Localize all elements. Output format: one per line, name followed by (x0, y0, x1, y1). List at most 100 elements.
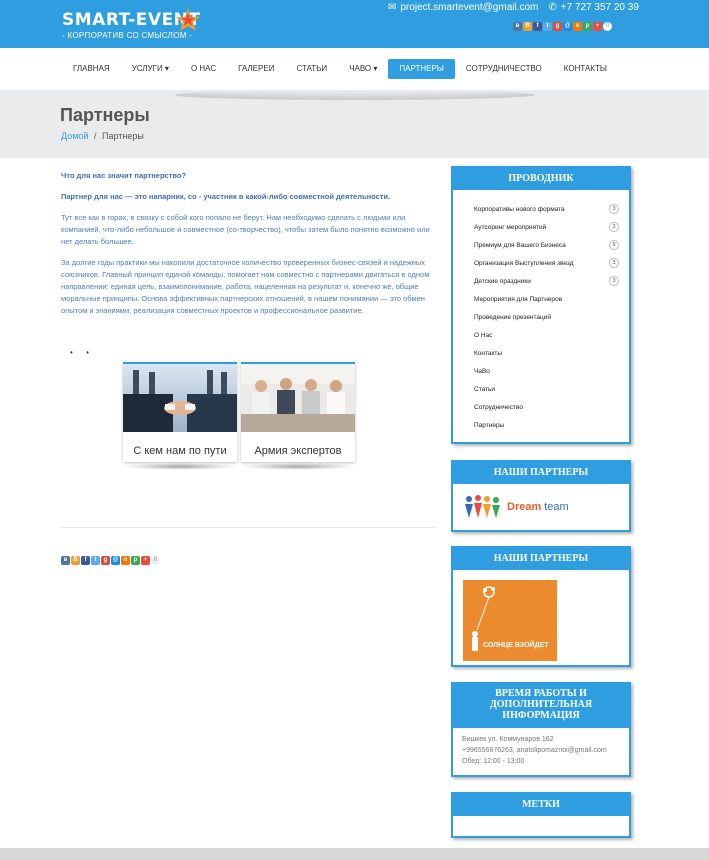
guide-menu-label: Контакты (474, 349, 503, 357)
guide-menu-label: Проведение презентаций (474, 313, 552, 321)
breadcrumb-current: Партнеры (101, 131, 144, 141)
question-heading: Что для нас значит партнерство? (61, 171, 187, 180)
header-shadow (175, 90, 535, 100)
card-label: Армия экспертов (254, 445, 342, 457)
card-shadow (241, 463, 355, 470)
nav-item[interactable]: ГАЛЕРЕИ (227, 59, 285, 79)
team-word: team (544, 501, 569, 513)
more-share-icon[interactable]: + (593, 22, 602, 31)
site-logo[interactable]: SMART-EVENT - КОРПОРАТИВ СО СМЫСЛОМ - (62, 8, 201, 40)
facebook-icon[interactable]: f (81, 556, 90, 565)
nav-item[interactable]: СОТРУДНИЧЕСТВО (455, 59, 553, 79)
nav-items: ГЛАВНАЯ УСЛУГИ ▾ О НАС ГАЛЕРЕИ СТАТЬИ ЧАВО ▾ П… (62, 59, 618, 79)
guide-menu-item[interactable]: О Нас (463, 326, 619, 344)
work-hours-widget: ВРЕМЯ РАБОТЫ И ДОПОЛНИТЕЛЬНАЯ ИНФОРМАЦИЯ… (451, 682, 631, 777)
odnoklassniki-icon[interactable]: o (573, 22, 582, 31)
guide-menu-item[interactable]: Мероприятия для Партнеров (463, 290, 619, 308)
card-experts[interactable]: Армия экспертов (241, 362, 355, 462)
email-link[interactable]: project.smartevent@gmail.com (400, 2, 538, 13)
guide-menu-label: Корпоративы нового формата (474, 205, 565, 213)
breadcrumb-separator: / (93, 131, 97, 141)
definition-text: Партнер для нас — это напарник, со - уча… (61, 192, 391, 201)
guide-menu: Корпоративы нового формата 3 Аутсоринг мер… (453, 190, 629, 442)
googleplus-icon[interactable]: g (101, 556, 110, 565)
mailru-icon[interactable]: @ (111, 556, 120, 565)
odnoklassniki-icon[interactable]: o (121, 556, 130, 565)
guide-menu-label: Статьи (474, 385, 496, 393)
guide-menu-item[interactable]: Сотрудничество (463, 398, 619, 416)
breadcrumb-home-link[interactable]: Домой (61, 131, 88, 141)
mailru-icon[interactable]: @ (563, 22, 572, 31)
nav-item[interactable]: О НАС (180, 59, 227, 79)
print-icon[interactable]: p (131, 556, 140, 565)
card-partners-path[interactable]: С кем нам по пути (123, 362, 237, 462)
mail-icon: ✉ (388, 2, 397, 13)
card-label: С кем нам по пути (133, 445, 227, 457)
facebook-icon[interactable]: f (533, 22, 542, 31)
twitter-icon[interactable]: t (91, 556, 100, 565)
blogger-icon[interactable]: B (523, 22, 532, 31)
nav-item[interactable]: СТАТЬИ (285, 59, 338, 79)
meditation-group-image (241, 364, 355, 432)
guide-menu-label: О Нас (474, 331, 493, 339)
twitter-icon[interactable]: t (543, 22, 552, 31)
partners-title: НАШИ ПАРТНЕРЫ (453, 462, 629, 484)
guide-menu-item[interactable]: Аутсоринг мероприятий 3 (463, 218, 619, 236)
guide-menu-label: Партнеры (474, 421, 505, 429)
social-share-bottom: в B f t g @ o p + 0 (61, 556, 160, 565)
guide-count-badge: 3 (609, 222, 619, 232)
sun-rises-logo[interactable]: СОЛНЦЕ ВЗОЙДЕТ (453, 570, 629, 676)
tags-widget: МЕТКИ (451, 792, 631, 838)
guide-count-badge: 3 (609, 204, 619, 214)
dream-team-logo[interactable]: Dream team (453, 484, 629, 530)
work-hours-body: Бишкек ул. Коммунаров 162 +996556676263,… (453, 728, 629, 773)
vk-icon[interactable]: в (513, 22, 522, 31)
blogger-icon[interactable]: B (71, 556, 80, 565)
partners-widget-1: НАШИ ПАРТНЕРЫ Dream team (451, 460, 631, 532)
vk-icon[interactable]: в (61, 556, 70, 565)
article-content: Что для нас значит партнерство? Партнер … (61, 170, 436, 326)
lunch-hours-text: Обед: 12:00 - 13:00 (462, 758, 525, 765)
nav-item[interactable]: КОНТАКТЫ (553, 59, 618, 79)
nav-item[interactable]: ГЛАВНАЯ (62, 59, 121, 79)
guide-count-badge: 5 (609, 240, 619, 250)
footer-strip (0, 848, 709, 860)
guide-widget: ПРОВОДНИК Корпоративы нового формата 3 Аут… (451, 166, 631, 444)
guide-menu-label: Мероприятия для Партнеров (474, 295, 563, 303)
guide-menu-item[interactable]: Детские праздники 3 (463, 272, 619, 290)
bullet-list: • • (70, 348, 89, 357)
sun-rises-caption: СОЛНЦЕ ВЗОЙДЕТ (483, 642, 549, 649)
nav-item[interactable]: УСЛУГИ ▾ (121, 59, 180, 79)
print-icon[interactable]: p (583, 22, 592, 31)
guide-menu-item[interactable]: Премиум для Вашего Бизнеса 5 (463, 236, 619, 254)
guide-count-badge: 3 (609, 258, 619, 268)
guide-menu-label: Детские праздники (474, 277, 531, 285)
guide-menu-item[interactable]: Проведение презентаций (463, 308, 619, 326)
share-count: 0 (151, 556, 160, 565)
guide-menu-item[interactable]: Корпоративы нового формата 3 (463, 200, 619, 218)
contact-info: ✉ project.smartevent@gmail.com ✆ +7 727 … (388, 2, 639, 13)
tags-title: МЕТКИ (453, 794, 629, 816)
googleplus-icon[interactable]: g (553, 22, 562, 31)
nav-item[interactable]: ПАРТНЕРЫ (388, 59, 455, 79)
social-share-top: в B f t g @ o p + 0 (513, 22, 612, 31)
guide-title: ПРОВОДНИК (453, 168, 629, 190)
guide-menu-item[interactable]: ЧаВо (463, 362, 619, 380)
partners-widget-2: НАШИ ПАРТНЕРЫ СОЛНЦЕ ВЗОЙДЕТ (451, 546, 631, 667)
guide-menu-item[interactable]: Статьи (463, 380, 619, 398)
more-share-icon[interactable]: + (141, 556, 150, 565)
card-shadow (123, 463, 237, 470)
guide-menu-item[interactable]: Партнеры (463, 416, 619, 434)
guide-menu-label: Премиум для Вашего Бизнеса (474, 241, 566, 249)
share-count: 0 (603, 22, 612, 31)
guide-menu-label: ЧаВо (474, 367, 490, 375)
guide-menu-label: Аутсоринг мероприятий (474, 223, 547, 231)
work-hours-title: ВРЕМЯ РАБОТЫ И ДОПОЛНИТЕЛЬНАЯ ИНФОРМАЦИЯ (453, 684, 629, 728)
nav-item[interactable]: ЧАВО ▾ (338, 59, 388, 79)
top-bar: SMART-EVENT - КОРПОРАТИВ СО СМЫСЛОМ - ✉ … (0, 0, 709, 48)
guide-menu-item[interactable]: Контакты (463, 344, 619, 362)
phone-number[interactable]: +7 727 357 20 39 (561, 2, 639, 13)
guide-menu-item[interactable]: Организация Выступления звезд 3 (463, 254, 619, 272)
handshake-image (123, 364, 237, 432)
breadcrumb: Домой / Партнеры (61, 131, 144, 141)
